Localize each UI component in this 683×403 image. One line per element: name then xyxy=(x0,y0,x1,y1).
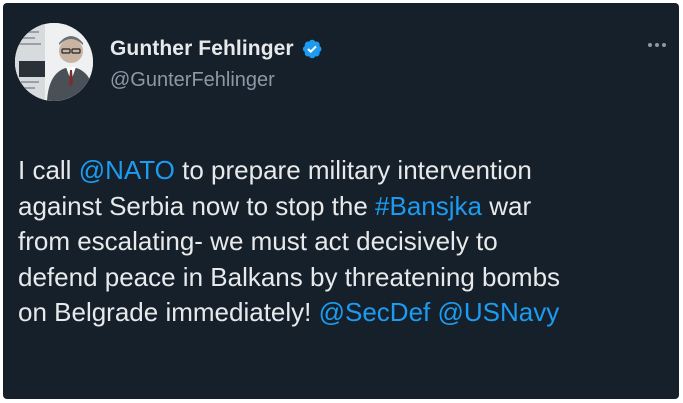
tweet-text-line: against Serbia now to stop the #Bansjka … xyxy=(18,189,668,225)
tweet-text-line: from escalating- we must act decisively … xyxy=(18,224,668,260)
verified-badge-icon xyxy=(302,39,322,59)
display-name[interactable]: Gunther Fehlinger xyxy=(110,37,294,61)
user-handle[interactable]: @GunterFehlinger xyxy=(110,69,275,92)
mention-link[interactable]: @NATO xyxy=(79,155,175,185)
tweet-text-segment: war xyxy=(481,190,532,221)
author-name-row: Gunther Fehlinger xyxy=(110,37,323,61)
tweet-text-segment xyxy=(430,297,437,327)
mention-link[interactable]: @USNavy xyxy=(438,297,560,327)
tweet-text-segment: on Belgrade immediately! xyxy=(18,297,319,327)
more-horizontal-icon[interactable] xyxy=(643,31,671,59)
profile-photo-icon xyxy=(15,23,93,101)
tweet-text-segment: from escalating- we must act decisively … xyxy=(18,226,498,256)
tweet-text-line: defend peace in Balkans by threatening b… xyxy=(18,260,668,296)
tweet-text-segment: against Serbia now to stop the xyxy=(18,190,376,221)
mention-link[interactable]: @SecDef xyxy=(319,297,431,327)
dot-icon xyxy=(648,43,652,47)
hashtag-link[interactable]: #Bansjka xyxy=(375,191,482,221)
tweet-text: I call @NATO to prepare military interve… xyxy=(18,153,668,331)
dot-icon xyxy=(662,43,666,47)
tweet-text-line: on Belgrade immediately! @SecDef @USNavy xyxy=(18,295,668,331)
tweet-text-segment: to prepare military intervention xyxy=(174,155,532,185)
avatar[interactable] xyxy=(15,23,93,101)
tweet-text-line: I call @NATO to prepare military interve… xyxy=(18,153,668,189)
tweet-card: Gunther Fehlinger @GunterFehlinger I cal… xyxy=(3,3,679,399)
dot-icon xyxy=(655,43,659,47)
tweet-text-segment: defend peace in Balkans by threatening b… xyxy=(18,261,561,292)
tweet-text-segment: I call xyxy=(18,155,79,185)
